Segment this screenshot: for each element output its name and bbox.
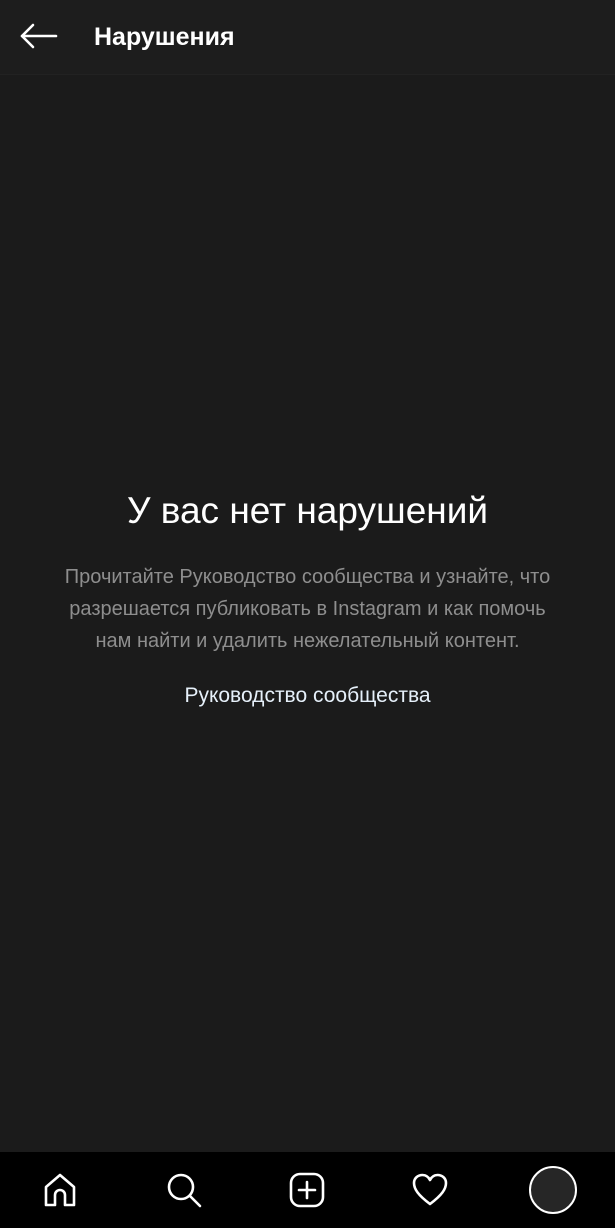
nav-profile-button[interactable] xyxy=(527,1164,579,1216)
arrow-left-icon xyxy=(20,23,58,49)
bottom-navigation xyxy=(0,1152,615,1228)
nav-add-post-button[interactable] xyxy=(281,1164,333,1216)
back-button[interactable] xyxy=(14,16,62,56)
empty-state-title: У вас нет нарушений xyxy=(126,490,489,531)
nav-home-button[interactable] xyxy=(34,1164,86,1216)
page-title: Нарушения xyxy=(94,23,235,51)
add-post-icon xyxy=(289,1172,325,1208)
profile-avatar-icon xyxy=(529,1166,577,1214)
nav-search-button[interactable] xyxy=(158,1164,210,1216)
heart-icon xyxy=(412,1173,448,1206)
empty-state-description: Прочитайте Руководство сообщества и узна… xyxy=(64,566,551,652)
top-bar: Нарушения xyxy=(0,0,615,75)
community-guidelines-link[interactable]: Руководство сообщества xyxy=(184,681,430,711)
nav-activity-button[interactable] xyxy=(404,1164,456,1216)
empty-state: У вас нет нарушений Прочитайте Руководст… xyxy=(0,488,615,711)
search-icon xyxy=(167,1173,202,1208)
violations-screen: Нарушения У вас нет нарушений Прочитайте… xyxy=(0,0,615,1228)
home-icon xyxy=(44,1173,76,1207)
